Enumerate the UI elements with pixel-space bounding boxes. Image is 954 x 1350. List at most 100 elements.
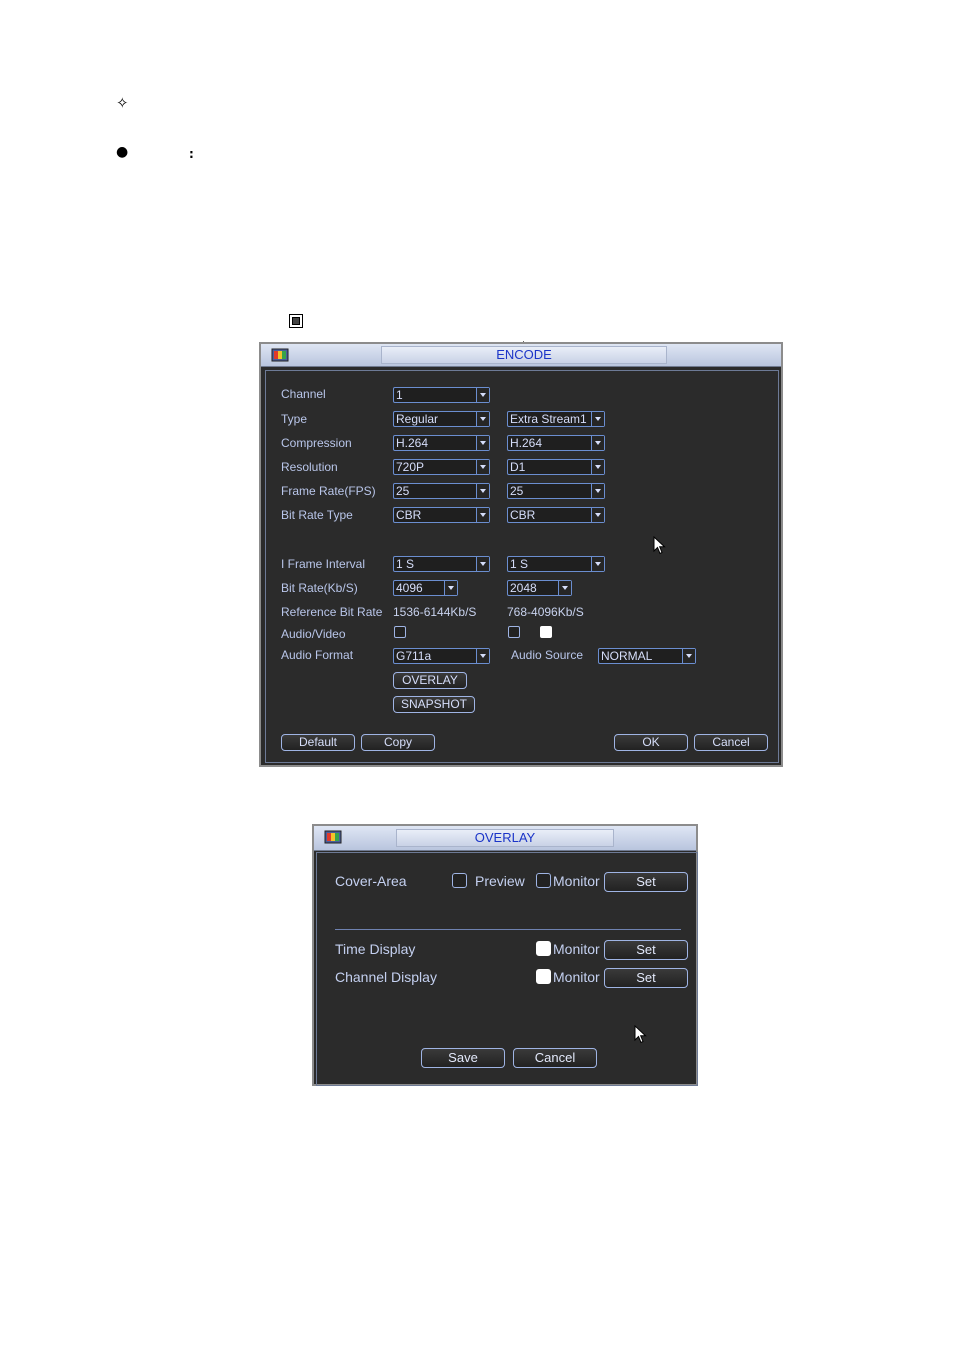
compression-label: Compression <box>281 436 352 450</box>
audio-format-label: Audio Format <box>281 648 354 662</box>
app-logo-icon <box>324 830 342 844</box>
extra-bit-rate-value: 2048 <box>510 581 537 595</box>
checkbox-icon <box>289 314 303 328</box>
mouse-cursor-icon <box>634 1025 647 1044</box>
encode-title: ENCODE <box>381 346 667 364</box>
bit-rate-select[interactable]: 4096 <box>393 580 458 596</box>
star-icon: ✧ <box>116 94 129 112</box>
extra-bit-rate-select[interactable]: 2048 <box>507 580 572 596</box>
default-button[interactable]: Default <box>281 734 355 751</box>
extra-resolution-select[interactable]: D1 <box>507 459 605 475</box>
save-button[interactable]: Save <box>421 1048 505 1068</box>
divider <box>335 929 681 930</box>
extra-frame-rate-value: 25 <box>510 484 524 498</box>
chevron-down-icon <box>476 557 489 571</box>
audio-source-select[interactable]: NORMAL <box>598 648 696 664</box>
resolution-select[interactable]: 720P <box>393 459 490 475</box>
channel-label: Channel <box>281 387 326 401</box>
preview-checkbox[interactable] <box>452 873 467 888</box>
i-frame-interval-value: 1 S <box>396 557 415 571</box>
cover-monitor-checkbox[interactable] <box>536 873 551 888</box>
bit-rate-type-select[interactable]: CBR <box>393 507 490 523</box>
frame-rate-value: 25 <box>396 484 410 498</box>
channel-value: 1 <box>396 388 403 402</box>
type-value: Regular <box>396 412 439 426</box>
extra-type-select[interactable]: Extra Stream1 <box>507 411 605 427</box>
extra-bit-rate-type-select[interactable]: CBR <box>507 507 605 523</box>
cover-monitor-label: Monitor <box>553 873 600 889</box>
bit-rate-type-value: CBR <box>396 508 422 522</box>
overlay-titlebar: OVERLAY <box>314 826 696 851</box>
cover-area-label: Cover-Area <box>335 873 407 889</box>
channel-set-button[interactable]: Set <box>604 968 688 988</box>
chevron-down-icon <box>682 649 695 663</box>
snapshot-button[interactable]: SNAPSHOT <box>393 696 475 713</box>
overlay-window: OVERLAY Cover-Area Preview Monitor Set T… <box>312 824 698 1086</box>
chevron-down-icon <box>591 412 604 426</box>
frame-rate-select[interactable]: 25 <box>393 483 490 499</box>
chevron-down-icon <box>591 460 604 474</box>
chevron-down-icon <box>476 460 489 474</box>
overlay-button[interactable]: OVERLAY <box>393 672 467 689</box>
audio-source-value: NORMAL <box>601 649 653 663</box>
overlay-title: OVERLAY <box>396 829 614 847</box>
chevron-down-icon <box>444 581 457 595</box>
bit-rate-value: 4096 <box>396 581 423 595</box>
audio-source-label: Audio Source <box>511 648 584 662</box>
extra-bit-rate-type-value: CBR <box>510 508 536 522</box>
audio-video-extra-checkbox[interactable] <box>508 626 520 638</box>
audio-format-value: G711a <box>396 649 432 663</box>
cancel-button[interactable]: Cancel <box>694 734 768 751</box>
extra-resolution-value: D1 <box>510 460 526 474</box>
reference-bit-rate-extra: 768-4096Kb/S <box>507 605 584 619</box>
time-monitor-label: Monitor <box>553 941 600 957</box>
channel-monitor-checkbox[interactable] <box>536 969 551 984</box>
chevron-down-icon <box>476 436 489 450</box>
chevron-down-icon <box>476 388 489 402</box>
chevron-down-icon <box>476 508 489 522</box>
compression-select[interactable]: H.264 <box>393 435 490 451</box>
extra-type-value: Extra Stream1 <box>510 412 587 426</box>
bit-rate-type-label: Bit Rate Type <box>281 508 353 522</box>
chevron-down-icon <box>476 649 489 663</box>
encode-titlebar: ENCODE <box>261 344 781 367</box>
mouse-cursor-icon <box>653 536 666 555</box>
i-frame-interval-label: I Frame Interval <box>281 557 366 571</box>
encode-window: ENCODE Channel Type Compression Resoluti… <box>259 342 783 767</box>
checkbox-fill <box>292 317 300 325</box>
resolution-value: 720P <box>396 460 425 474</box>
reference-bit-rate-main: 1536-6144Kb/S <box>393 605 477 619</box>
frame-rate-label: Frame Rate(FPS) <box>281 484 376 498</box>
app-logo-icon <box>271 348 289 362</box>
audio-format-select[interactable]: G711a <box>393 648 490 664</box>
i-frame-interval-select[interactable]: 1 S <box>393 556 490 572</box>
chevron-down-icon <box>558 581 571 595</box>
channel-select[interactable]: 1 <box>393 387 490 403</box>
chevron-down-icon <box>591 508 604 522</box>
audio-video-label: Audio/Video <box>281 627 346 641</box>
chevron-down-icon <box>476 484 489 498</box>
time-set-button[interactable]: Set <box>604 940 688 960</box>
type-select[interactable]: Regular <box>393 411 490 427</box>
extra-i-frame-interval-value: 1 S <box>510 557 529 571</box>
colon-mark: : <box>189 147 194 161</box>
bit-rate-label: Bit Rate(Kb/S) <box>281 581 358 595</box>
compression-value: H.264 <box>396 436 429 450</box>
extra-i-frame-interval-select[interactable]: 1 S <box>507 556 605 572</box>
time-display-label: Time Display <box>335 941 416 957</box>
extra-stream-enable-checkbox[interactable] <box>540 626 552 638</box>
cover-set-button[interactable]: Set <box>604 872 688 892</box>
chevron-down-icon <box>476 412 489 426</box>
bullet-icon: ● <box>116 144 129 160</box>
channel-display-label: Channel Display <box>335 969 437 985</box>
time-monitor-checkbox[interactable] <box>536 941 551 956</box>
resolution-label: Resolution <box>281 460 338 474</box>
extra-compression-select[interactable]: H.264 <box>507 435 605 451</box>
audio-video-main-checkbox[interactable] <box>394 626 406 638</box>
chevron-down-icon <box>591 557 604 571</box>
chevron-down-icon <box>591 436 604 450</box>
extra-frame-rate-select[interactable]: 25 <box>507 483 605 499</box>
ok-button[interactable]: OK <box>614 734 688 751</box>
copy-button[interactable]: Copy <box>361 734 435 751</box>
overlay-cancel-button[interactable]: Cancel <box>513 1048 597 1068</box>
